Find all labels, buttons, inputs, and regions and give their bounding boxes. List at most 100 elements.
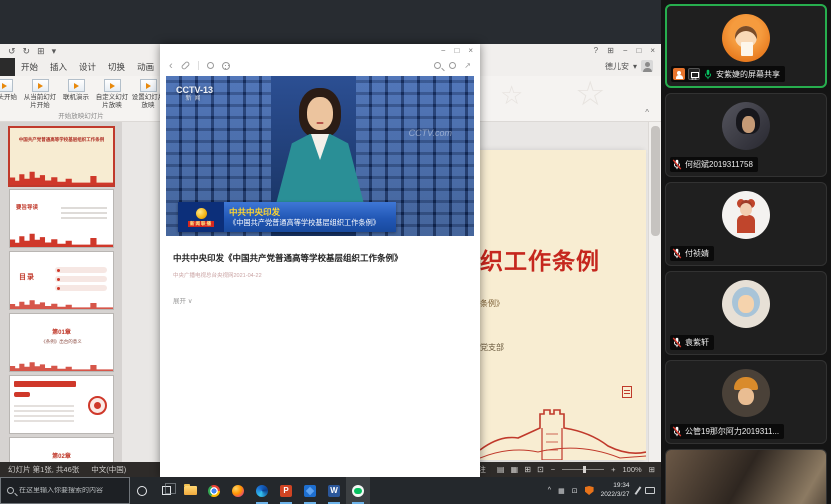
task-view-button[interactable] — [154, 477, 178, 504]
mic-muted-icon — [672, 337, 682, 348]
minimize-icon[interactable]: − — [441, 46, 446, 55]
undo-icon[interactable]: ↺ — [8, 44, 16, 58]
link-icon[interactable] — [180, 61, 190, 71]
slide-thumbnail-3[interactable]: 目录 — [10, 252, 113, 309]
participant-tile-sharing[interactable]: 安紫婕的屏幕共享 — [665, 4, 827, 88]
network-icon[interactable]: ▦ — [558, 487, 565, 495]
maximize-icon[interactable]: □ — [636, 44, 641, 58]
minimize-icon[interactable]: − — [623, 44, 628, 58]
word-button[interactable]: W — [322, 477, 346, 504]
participant-tile[interactable]: 袁紫轩 — [665, 271, 827, 355]
custom-slideshow-button[interactable]: 自定义幻灯片放映 — [94, 79, 130, 110]
slideshow-button-icon — [0, 79, 13, 92]
search-input[interactable] — [19, 487, 123, 494]
article-title: 中共中央印发《中国共产党普通高等学校基层组织工作条例》 — [173, 252, 467, 265]
account-area[interactable]: 德儿安 ▾ — [605, 60, 653, 72]
participant-name: 公管19那尔阿力2019311... — [685, 426, 779, 437]
slide-thumbnail-6[interactable]: 第02章 — [10, 438, 113, 462]
zoom-slider[interactable] — [562, 469, 604, 470]
blue-app-button[interactable] — [298, 477, 322, 504]
chrome-button[interactable] — [202, 477, 226, 504]
edge-icon — [256, 485, 268, 497]
scrollbar-thumb[interactable] — [651, 126, 660, 236]
tab-insert[interactable]: 插入 — [44, 58, 73, 76]
tab-design[interactable]: 设计 — [73, 58, 102, 76]
redo-icon[interactable]: ↻ — [23, 44, 31, 58]
tab-transitions[interactable]: 切换 — [102, 58, 131, 76]
zoom-in-icon[interactable]: + — [611, 465, 615, 474]
slideshow-display-icon[interactable]: ⊞ — [37, 44, 45, 58]
security-shield-icon[interactable] — [585, 486, 594, 495]
target-icon[interactable] — [222, 62, 230, 70]
shared-screen-region: ↺ ↻ ⊞ ▾ ? ⊞ − □ × 开始 插入 设计 切换 — [0, 0, 661, 504]
ribbon-display-options-icon[interactable]: ⊞ — [607, 44, 614, 58]
expand-button[interactable]: 展开 ∨ — [173, 295, 467, 305]
tab-file-stub[interactable] — [0, 58, 15, 76]
participant-tile[interactable]: 付祯婧 — [665, 182, 827, 266]
participant-tile[interactable]: 何绍斌2019311758 — [665, 93, 827, 177]
pen-icon[interactable] — [634, 486, 640, 494]
edge-button[interactable] — [250, 477, 274, 504]
view-switcher: ▤ ▦ ⊞ ⊡ — [493, 465, 544, 474]
slide-thumbnail-5[interactable] — [10, 376, 113, 433]
slide-thumbnail-2[interactable]: 要旨导读 — [10, 190, 113, 247]
zoom-slider-thumb[interactable] — [583, 466, 586, 473]
file-explorer-button[interactable] — [178, 477, 202, 504]
taskbar-clock[interactable]: 19:34 2022/3/27 — [601, 482, 630, 500]
tab-animations[interactable]: 动画 — [131, 58, 160, 76]
touch-keyboard-icon[interactable] — [645, 487, 655, 494]
mic-muted-icon — [672, 159, 682, 170]
help-icon[interactable]: ? — [594, 44, 598, 58]
language-indicator[interactable]: 中文(中国) — [91, 464, 126, 475]
from-beginning-button[interactable]: 从头开始 — [0, 79, 22, 110]
slide-thumbnail-panel[interactable]: 中国共产党普通高等学校基层组织工作条例 要旨导读 目录 第01章 — [0, 122, 122, 462]
slide-sorter-view-icon[interactable]: ▦ — [511, 465, 519, 474]
news-video-player[interactable]: CCTV-13 新闻 CCTV.com 新闻联播 中共中央印发 《中国共产党普通… — [166, 76, 474, 236]
slideshow-button-icon — [140, 79, 157, 92]
slide-scrollbar[interactable] — [648, 122, 661, 462]
participant-tile-partial[interactable] — [665, 449, 827, 504]
volume-icon[interactable]: ⊡ — [572, 487, 578, 495]
fit-slide-icon[interactable]: ⊞ — [649, 465, 655, 474]
close-icon[interactable]: × — [468, 46, 473, 55]
zoom-out-icon[interactable]: − — [551, 465, 555, 474]
slide-thumbnail-1[interactable]: 中国共产党普通高等学校基层组织工作条例 — [10, 128, 113, 185]
taskbar-search[interactable] — [0, 477, 130, 504]
participant-badge: 袁紫轩 — [670, 335, 714, 350]
refresh-icon[interactable] — [207, 62, 214, 69]
banner-line-2: 《中国共产党普通高等学校基层组织工作条例》 — [229, 218, 391, 227]
share-icon[interactable]: ↗ — [464, 61, 471, 70]
slide-thumbnail-4[interactable]: 第01章 《条例》出台的意义 — [10, 314, 113, 371]
tab-home[interactable]: 开始 — [15, 58, 44, 76]
channel-logo: CCTV-13 新闻 — [176, 85, 213, 103]
zoom-icon[interactable] — [434, 62, 441, 69]
participant-badge: 公管19那尔阿力2019311... — [670, 424, 784, 439]
ribbon-group-label: 开始放映幻灯片 — [26, 110, 136, 120]
cortana-button[interactable] — [130, 477, 154, 504]
maximize-icon[interactable]: □ — [454, 46, 459, 55]
word-icon: W — [328, 485, 340, 497]
thumbnail-chapter: 第02章 — [10, 451, 113, 460]
tray-expand-icon[interactable]: ^ — [548, 487, 551, 494]
profile-icon[interactable] — [449, 62, 456, 69]
news-anchor-face — [307, 97, 333, 130]
participant-tile[interactable]: 公管19那尔阿力2019311... — [665, 360, 827, 444]
normal-view-icon[interactable]: ▤ — [497, 465, 505, 474]
zoom-percent[interactable]: 100% — [623, 465, 642, 474]
reading-view-icon[interactable]: ⊞ — [524, 465, 531, 474]
close-icon[interactable]: × — [650, 44, 655, 58]
slideshow-button-icon — [32, 79, 49, 92]
back-icon[interactable]: ‹ — [169, 61, 173, 71]
ribbon-collapse-icon[interactable]: ^ — [645, 108, 649, 117]
from-current-slide-button[interactable]: 从当前幻灯片开始 — [22, 79, 58, 110]
meeting-app-button[interactable] — [346, 477, 370, 504]
search-icon — [7, 487, 14, 494]
powerpoint-button[interactable]: P — [274, 477, 298, 504]
slide-subtitle-fragment: 条例》 — [480, 298, 504, 309]
slideshow-view-icon[interactable]: ⊡ — [537, 465, 544, 474]
participant-badge: 付祯婧 — [670, 246, 714, 261]
qat-caret-icon[interactable]: ▾ — [52, 44, 57, 58]
account-avatar — [641, 60, 653, 72]
firefox-button[interactable] — [226, 477, 250, 504]
present-online-button[interactable]: 联机演示 — [58, 79, 94, 110]
